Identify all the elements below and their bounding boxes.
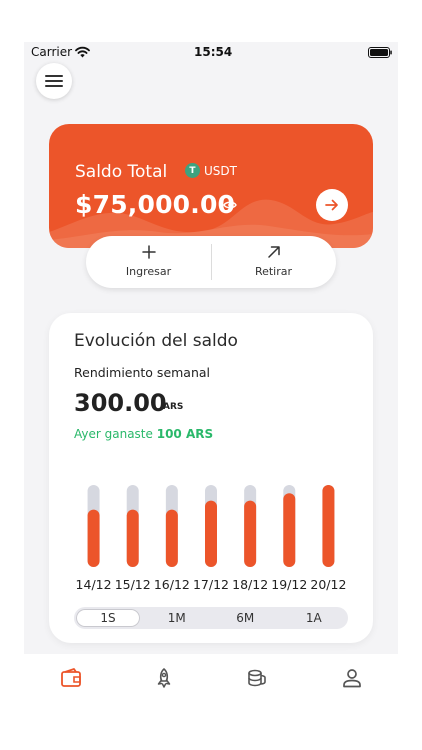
bar-18-12 [244,500,257,567]
tick-label: 18/12 [232,577,268,592]
tick-label: 14/12 [76,577,112,592]
plus-icon [142,245,156,259]
wallet-icon[interactable] [59,666,83,690]
hamburger-icon [45,75,63,87]
clock: 15:54 [194,45,233,59]
period-1s[interactable]: 1S [76,609,140,627]
actions-bar: Ingresar Retirar [86,236,336,288]
rocket-icon[interactable] [152,666,176,690]
bar-17-12 [205,500,217,567]
deposit-label: Ingresar [125,265,172,278]
bar-20-12 [322,485,335,567]
tick-label: 17/12 [193,577,229,592]
currency-badge: T USDT [185,163,237,178]
tab-bar [24,654,398,708]
period-selector: 1S 1M 6M 1A [74,607,348,629]
status-bar: Carrier 15:54 [24,42,398,62]
app-screen: Carrier 15:54 Saldo Total T USDT $75,000… [24,42,398,708]
bar-14-12 [87,509,100,567]
tick-label: 16/12 [154,577,190,592]
currency-label: USDT [204,163,237,178]
chart-title: Evolución del saldo [74,331,238,351]
balance-card: Saldo Total T USDT $75,000.00 [49,124,373,248]
bar-19-12 [283,493,296,567]
deposit-button[interactable]: Ingresar [86,236,211,288]
tick-label: 20/12 [310,577,346,592]
tether-icon: T [185,163,200,178]
performance-unit: ARS [163,402,184,412]
carrier-label: Carrier [31,45,73,59]
weekly-bar-chart: 14/12 15/12 16/12 17/12 18/12 19/12 20/12 [76,485,346,592]
period-1a[interactable]: 1A [280,607,349,629]
battery-icon [368,47,392,58]
withdraw-button[interactable]: Retirar [211,236,336,288]
balance-evolution-card: Evolución del saldo Rendimiento semanal … [49,313,373,643]
tick-label: 19/12 [271,577,307,592]
user-icon[interactable] [340,666,364,690]
performance-value: 300.00 [74,389,167,417]
performance-label: Rendimiento semanal [74,365,211,380]
gain-row: Ayer ganaste 100 ARS [74,427,213,441]
tick-label: 15/12 [115,577,151,592]
balance-label: Saldo Total [75,162,168,182]
period-1m[interactable]: 1M [143,607,212,629]
coins-icon[interactable] [245,666,269,690]
wifi-icon [75,46,90,58]
menu-button[interactable] [36,63,72,99]
arrow-up-right-icon [268,246,280,258]
withdraw-label: Retirar [254,265,293,278]
gain-amount: 100 ARS [156,427,214,441]
arrow-right-icon [325,199,338,211]
period-6m[interactable]: 6M [211,607,280,629]
eye-icon[interactable] [223,198,237,212]
bar-16-12 [165,509,178,567]
bar-15-12 [126,509,139,567]
balance-detail-button[interactable] [316,189,348,221]
balance-amount: $75,000.00 [75,190,236,219]
gain-prefix: Ayer ganaste [74,427,153,441]
